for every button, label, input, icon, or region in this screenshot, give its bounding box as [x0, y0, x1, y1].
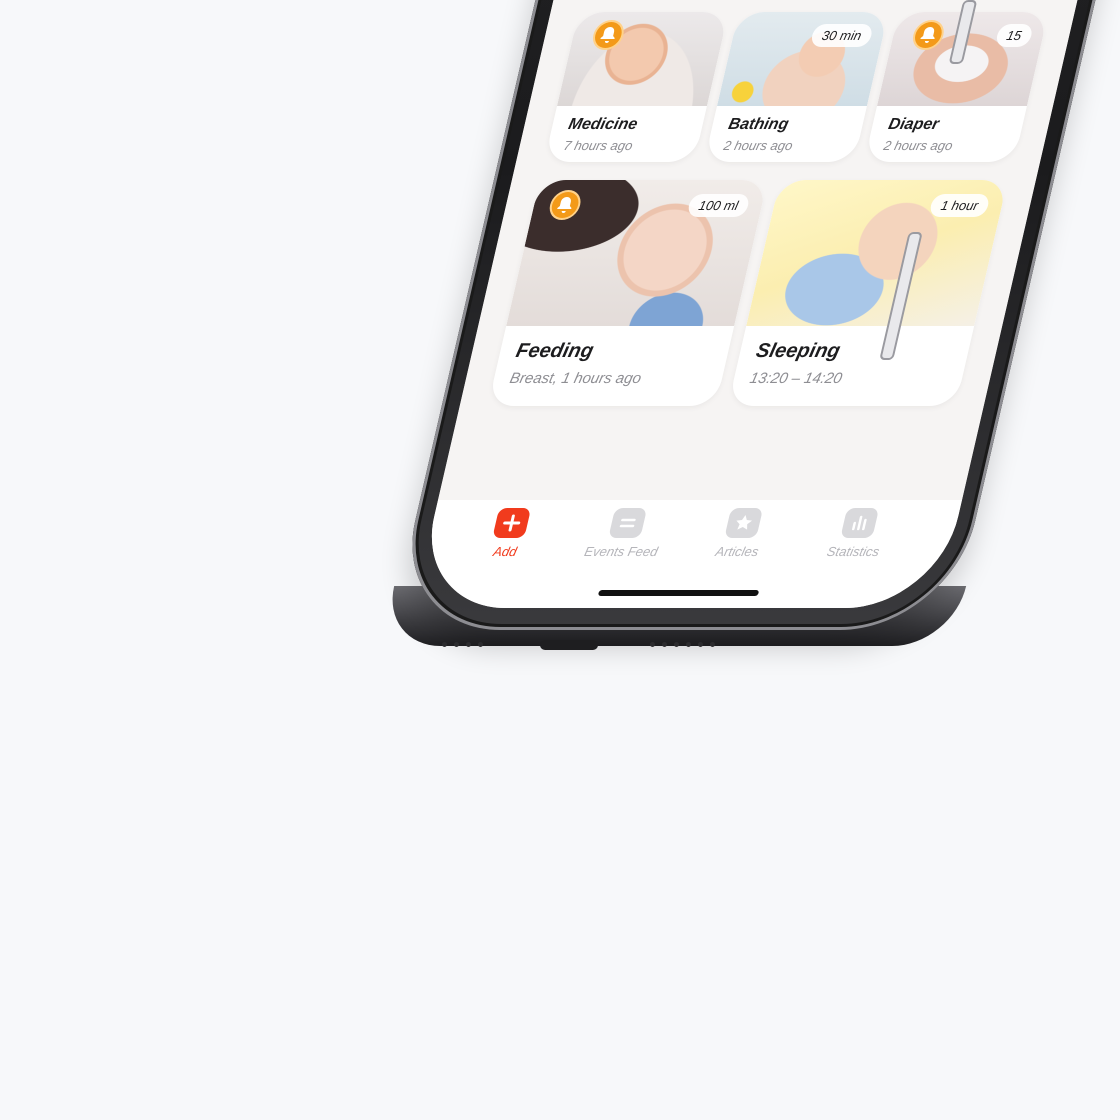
speaker-hole [662, 642, 667, 647]
sleeping-duration-badge: 1 hour [928, 194, 991, 217]
star-icon [724, 508, 764, 538]
charging-port [540, 640, 598, 650]
speaker-hole [686, 642, 691, 647]
speaker-hole [698, 642, 703, 647]
bar-chart-icon [840, 508, 880, 538]
feed-icon [608, 508, 648, 538]
tab-events-feed-label: Events Feed [582, 544, 660, 559]
home-indicator[interactable] [597, 590, 760, 596]
speaker-hole [650, 642, 655, 647]
phone: Medicine 7 hours ago 30 min Bathing 2 ho… [380, 0, 1120, 646]
event-grid: Medicine 7 hours ago 30 min Bathing 2 ho… [438, 0, 1120, 500]
phone-bottom-details [430, 636, 750, 656]
bathing-subtitle: 2 hours ago [722, 138, 795, 153]
feeding-title: Feeding [513, 340, 596, 362]
sleeping-subtitle: 13:20 – 14:20 [748, 370, 844, 387]
medicine-title: Medicine [566, 116, 640, 133]
speaker-hole [674, 642, 679, 647]
tab-statistics[interactable]: Statistics [796, 508, 918, 559]
bathing-duration-badge: 30 min [809, 24, 874, 47]
sleeping-card[interactable]: 1 hour Sleeping 13:20 – 14:20 [727, 180, 1008, 406]
feeding-card[interactable]: 100 ml Feeding Breast, 1 hours ago [487, 180, 768, 406]
sleeping-title: Sleeping [753, 340, 843, 362]
feeding-volume-badge: 100 ml [686, 194, 751, 217]
speaker-hole [454, 642, 459, 647]
medicine-photo [556, 12, 729, 106]
tab-bar: Add Events Feed Articles Statistics [413, 500, 963, 608]
speaker-hole [478, 642, 483, 647]
plus-icon [492, 508, 532, 538]
tab-events-feed[interactable]: Events Feed [564, 508, 686, 559]
tab-articles-label: Articles [714, 544, 761, 559]
tab-articles[interactable]: Articles [680, 508, 802, 559]
bathing-card[interactable]: 30 min Bathing 2 hours ago [704, 12, 889, 162]
tab-statistics-label: Statistics [825, 544, 881, 559]
speaker-hole [442, 642, 447, 647]
tab-add[interactable]: Add [448, 508, 570, 559]
medicine-card[interactable]: Medicine 7 hours ago [544, 12, 729, 162]
feeding-subtitle: Breast, 1 hours ago [508, 370, 643, 387]
speaker-hole [710, 642, 715, 647]
stage: Medicine 7 hours ago 30 min Bathing 2 ho… [0, 0, 1120, 1120]
medicine-subtitle: 7 hours ago [562, 138, 635, 153]
diaper-subtitle: 2 hours ago [882, 138, 955, 153]
tab-add-label: Add [491, 544, 519, 559]
speaker-hole [466, 642, 471, 647]
bathing-title: Bathing [726, 116, 791, 133]
diaper-title: Diaper [886, 116, 941, 133]
